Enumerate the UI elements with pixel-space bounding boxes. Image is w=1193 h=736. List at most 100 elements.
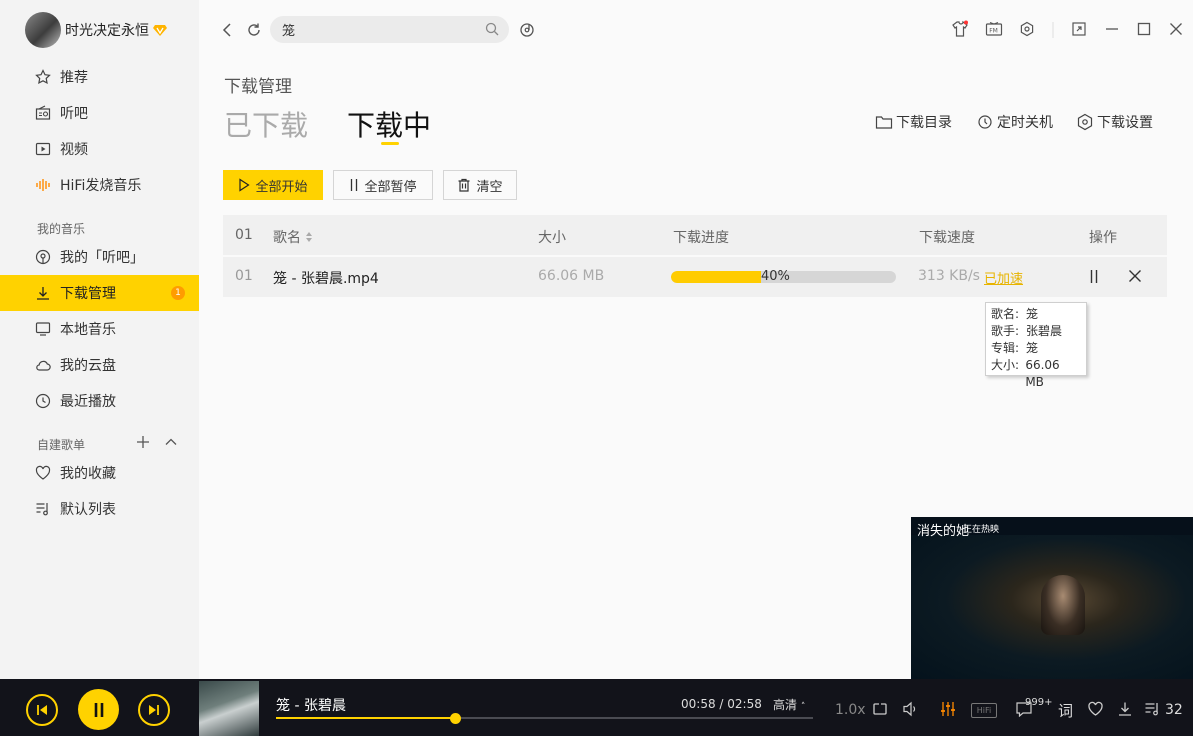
page-title: 下载管理: [224, 77, 292, 97]
sidebar-item-label: 我的收藏: [60, 466, 116, 482]
back-icon[interactable]: [221, 22, 233, 38]
pause-all-button[interactable]: 全部暂停: [333, 170, 433, 200]
row-delete-icon[interactable]: [1128, 269, 1142, 283]
tooltip-line: 歌名: 笼: [991, 306, 1081, 323]
tooltip-line: 大小: 66.06 MB: [991, 357, 1081, 391]
next-track-button[interactable]: [138, 694, 170, 726]
skin-shirt-icon[interactable]: [951, 20, 969, 38]
download-dir-button[interactable]: 下载目录: [875, 112, 952, 132]
sidebar-item-label: 听吧: [60, 106, 88, 122]
clock-icon: [34, 392, 52, 410]
start-all-button[interactable]: 全部开始: [223, 170, 323, 200]
svg-text:FM: FM: [989, 28, 998, 35]
tooltip-line: 歌手: 张碧晨: [991, 323, 1081, 340]
clear-button[interactable]: 清空: [443, 170, 517, 200]
playback-speed[interactable]: 1.0x: [835, 702, 866, 718]
download-progress-label: 40%: [761, 269, 790, 284]
queue-count[interactable]: 32: [1165, 702, 1183, 718]
sidebar-item-default-list[interactable]: 默认列表: [0, 491, 199, 527]
previous-track-button[interactable]: [26, 694, 58, 726]
sidebar-item-cloud-disk[interactable]: 我的云盘: [0, 347, 199, 383]
search-icon[interactable]: [485, 22, 499, 36]
avatar[interactable]: [25, 12, 61, 48]
accelerated-link[interactable]: 已加速: [984, 268, 1023, 287]
quality-label: 高清: [773, 698, 798, 712]
sidebar-item-local-music[interactable]: 本地音乐: [0, 311, 199, 347]
sidebar-item-favorites[interactable]: 我的收藏: [0, 455, 199, 491]
add-playlist-icon[interactable]: [136, 435, 150, 449]
timer-shutdown-label: 定时关机: [997, 115, 1053, 131]
close-window-icon[interactable]: [1169, 22, 1183, 36]
download-song-icon[interactable]: [1117, 701, 1133, 717]
mini-mode-icon[interactable]: [1071, 21, 1087, 37]
username[interactable]: 时光决定永恒: [65, 20, 149, 40]
tooltip-key: 歌名:: [991, 307, 1020, 321]
playback-progress-track[interactable]: [276, 717, 813, 719]
sidebar-item-label: 视频: [60, 142, 88, 158]
fm-radio-icon[interactable]: FM: [985, 21, 1003, 37]
music-list-icon: [34, 500, 52, 518]
player-bar: 笼 - 张碧晨 00:58 / 02:58 高清 ˄ 1.0x HiFi 999…: [0, 679, 1193, 736]
table-header: 01 歌名 大小 下载进度 下载速度 操作: [223, 215, 1167, 255]
equalizer-icon[interactable]: [940, 701, 956, 717]
playback-progress-knob[interactable]: [450, 713, 461, 724]
refresh-icon[interactable]: [246, 22, 262, 38]
sidebar-item-label: 默认列表: [60, 502, 116, 518]
download-progress-fill: [671, 271, 761, 283]
row-song-name[interactable]: 笼 - 张碧晨.mp4: [273, 268, 379, 288]
row-pause-icon[interactable]: [1089, 269, 1099, 284]
quality-selector[interactable]: 高清 ˄: [773, 696, 805, 713]
recognize-music-icon[interactable]: [519, 22, 535, 38]
album-cover[interactable]: [199, 681, 259, 736]
maximize-icon[interactable]: [1137, 22, 1151, 36]
start-all-label: 全部开始: [255, 179, 308, 195]
table-row[interactable]: 01 笼 - 张碧晨.mp4 66.06 MB 40% 313 KB/s 已加速: [223, 257, 1167, 297]
sidebar-item-my-tingba[interactable]: 我的「听吧」: [0, 239, 199, 275]
sidebar-item-label: 本地音乐: [60, 322, 116, 338]
folder-icon: [875, 114, 893, 130]
timer-shutdown-button[interactable]: 定时关机: [976, 112, 1053, 132]
now-playing-title[interactable]: 笼 - 张碧晨: [276, 695, 346, 715]
tab-downloading[interactable]: 下载中: [347, 104, 431, 144]
collapse-chevron-icon[interactable]: [164, 435, 178, 449]
video-icon: [34, 140, 52, 158]
header-name-label: 歌名: [273, 230, 301, 246]
download-settings-label: 下载设置: [1097, 115, 1153, 131]
sidebar: 时光决定永恒 推荐 听吧 视频 HiFi发烧音乐 我的音乐 我的「听吧」 下载管…: [0, 0, 199, 679]
header-name[interactable]: 歌名: [273, 227, 313, 247]
sidebar-item-recent[interactable]: 最近播放: [0, 383, 199, 419]
video-preview[interactable]: 消失的她 正在热映: [911, 517, 1193, 679]
settings-gear-icon[interactable]: [1019, 21, 1035, 37]
header-ops: 操作: [1089, 230, 1117, 246]
download-count-badge: 1: [171, 286, 185, 300]
favorite-heart-icon[interactable]: [1087, 701, 1104, 717]
sidebar-item-label: 我的云盘: [60, 358, 116, 374]
loop-mode-icon[interactable]: [872, 701, 888, 717]
search-box[interactable]: [270, 16, 509, 43]
song-info-tooltip: 歌名: 笼 歌手: 张碧晨 专辑: 笼 大小: 66.06 MB: [985, 302, 1087, 389]
hifi-badge[interactable]: HiFi: [971, 703, 997, 718]
lyrics-button[interactable]: 词: [1058, 700, 1073, 721]
heart-icon: [34, 464, 52, 482]
sidebar-item-hifi[interactable]: HiFi发烧音乐: [0, 167, 199, 203]
search-input[interactable]: [282, 22, 472, 37]
tooltip-line: 专辑: 笼: [991, 340, 1081, 357]
sidebar-item-video[interactable]: 视频: [0, 131, 199, 167]
video-title: 消失的她: [917, 524, 970, 539]
sidebar-item-downloads[interactable]: 下载管理 1: [0, 275, 199, 311]
sort-icon[interactable]: [305, 231, 313, 243]
sidebar-item-tingba[interactable]: 听吧: [0, 95, 199, 131]
playback-time: 00:58 / 02:58: [681, 697, 762, 711]
minimize-icon[interactable]: [1105, 27, 1119, 31]
vip-diamond-icon[interactable]: [153, 24, 167, 37]
sidebar-item-label: 我的「听吧」: [60, 250, 144, 266]
pause-play-button[interactable]: [78, 689, 119, 730]
tab-downloaded[interactable]: 已下载: [224, 104, 308, 144]
download-settings-button[interactable]: 下载设置: [1076, 112, 1153, 132]
active-tab-indicator: [381, 142, 399, 145]
user-profile[interactable]: 时光决定永恒: [25, 12, 167, 48]
playlist-queue-icon[interactable]: [1144, 701, 1162, 717]
previous-icon: [37, 705, 47, 715]
sidebar-item-recommend[interactable]: 推荐: [0, 59, 199, 95]
volume-icon[interactable]: [902, 701, 920, 717]
